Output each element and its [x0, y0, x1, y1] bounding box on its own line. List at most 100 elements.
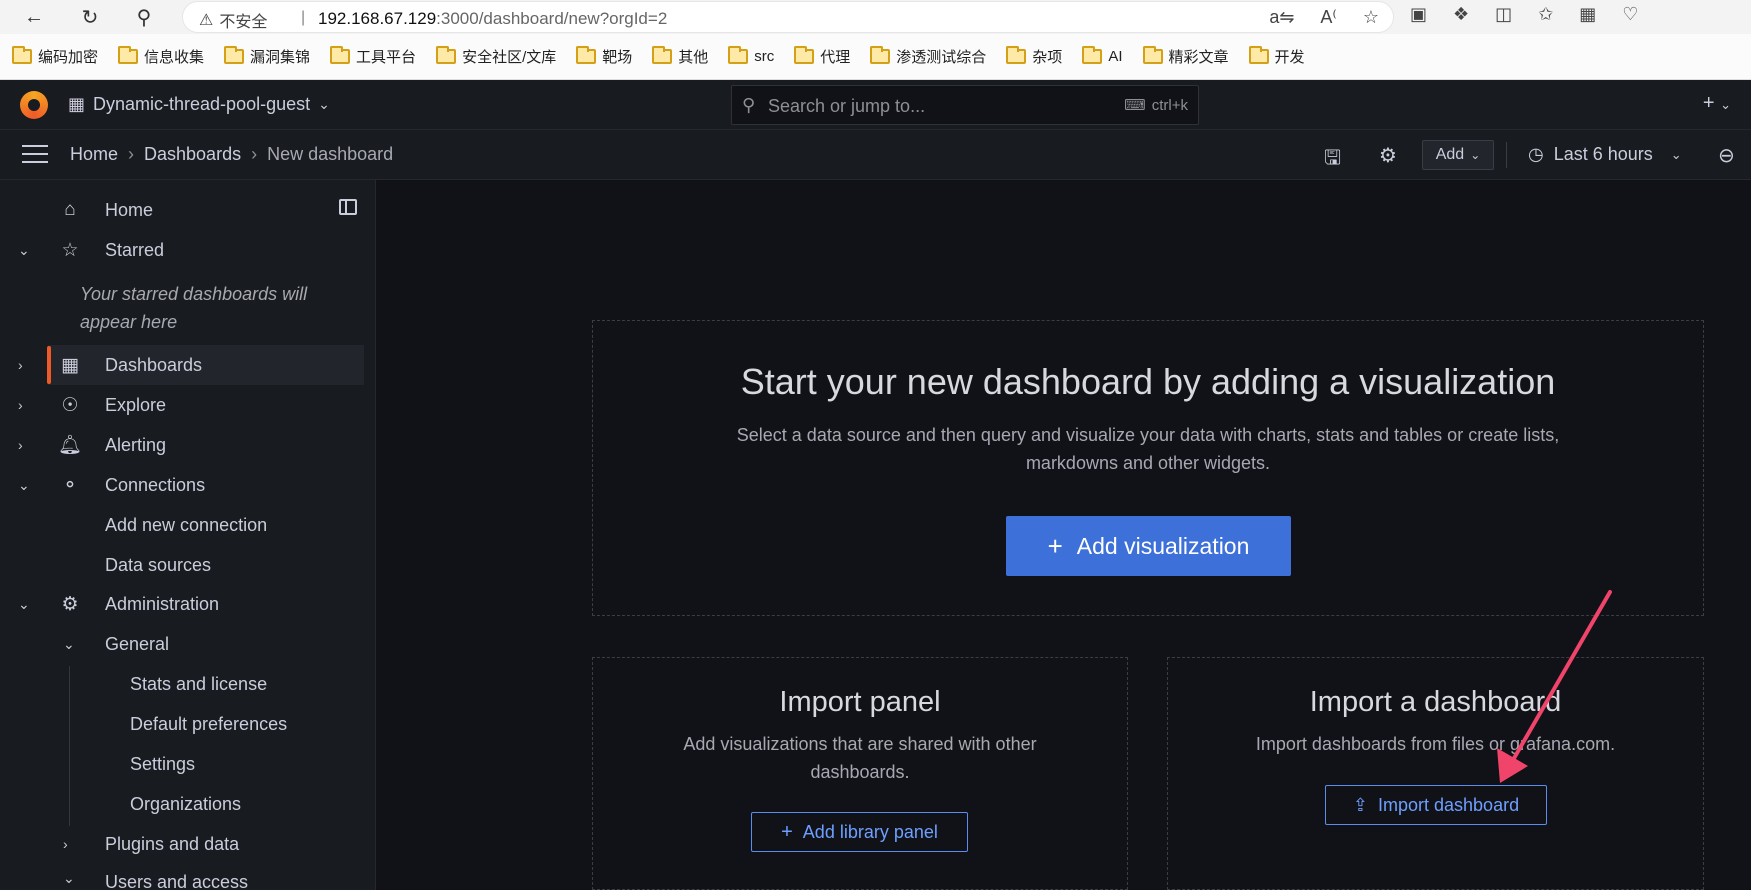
- translate-icon[interactable]: a⇋: [1269, 7, 1294, 28]
- security-warning[interactable]: ⚠ 不安全: [199, 8, 267, 32]
- browser-essentials-icon[interactable]: ♡: [1622, 4, 1638, 25]
- breadcrumb-dashboards[interactable]: Dashboards: [144, 144, 241, 165]
- sidebar-item-add-new-connection[interactable]: Add new connection: [0, 505, 365, 545]
- reload-icon[interactable]: ↻: [76, 4, 104, 30]
- bookmark-item[interactable]: 编码加密: [12, 46, 98, 67]
- plus-icon: +: [1047, 530, 1063, 561]
- folder-icon: [870, 46, 891, 64]
- gear-icon: ⚙: [61, 593, 79, 615]
- grafana-logo-icon[interactable]: [20, 91, 48, 119]
- sidebar-item-connections[interactable]: ⌄ ⚬ Connections: [0, 465, 365, 505]
- dashboard-toolbar: Home › Dashboards › New dashboard 🖫 ⚙ Ad…: [0, 130, 1751, 180]
- active-indicator: [47, 346, 51, 384]
- bookmark-item[interactable]: 漏洞集锦: [224, 46, 310, 67]
- import-dashboard-button[interactable]: ⇪ Import dashboard: [1325, 785, 1547, 825]
- bookmark-item[interactable]: 工具平台: [330, 46, 416, 67]
- sidebar-item-starred[interactable]: ⌄ ☆ Starred: [0, 230, 365, 270]
- menu-toggle-icon[interactable]: [22, 145, 48, 163]
- folder-icon: [1082, 46, 1103, 64]
- folder-icon: [794, 46, 815, 64]
- folder-icon: [576, 46, 597, 64]
- bookmark-item[interactable]: AI: [1082, 46, 1123, 65]
- plus-icon: +: [781, 820, 793, 843]
- warning-icon: ⚠: [199, 12, 214, 29]
- import-dashboard-description: Import dashboards from files or grafana.…: [1255, 734, 1616, 754]
- chevron-right-icon[interactable]: ›: [18, 397, 23, 413]
- building-icon: ▦: [68, 94, 86, 114]
- sidebar-item-plugins-data[interactable]: › Plugins and data: [0, 824, 365, 864]
- chevron-down-icon[interactable]: ⌄: [18, 477, 30, 494]
- folder-icon: [1248, 46, 1269, 64]
- chevron-down-icon: ⌄: [318, 96, 330, 112]
- bookmark-item[interactable]: 渗透测试综合: [870, 46, 986, 67]
- chevron-right-icon[interactable]: ›: [18, 357, 23, 373]
- chevron-right-icon[interactable]: ›: [18, 437, 23, 453]
- bookmark-item[interactable]: 安全社区/文库: [436, 46, 556, 67]
- sidebar-item-explore[interactable]: › ☉ Explore: [0, 385, 365, 425]
- chevron-right-icon[interactable]: ›: [63, 836, 68, 852]
- sidebar-item-users-access[interactable]: ⌄ Users and access: [0, 864, 365, 890]
- chevron-down-icon[interactable]: ⌄: [18, 596, 30, 613]
- settings-gear-icon[interactable]: ⚙: [1379, 143, 1397, 168]
- sidebar-item-default-preferences[interactable]: Default preferences: [0, 704, 365, 744]
- add-visualization-button[interactable]: + Add visualization: [1006, 516, 1291, 576]
- folder-icon: [224, 46, 245, 64]
- bookmark-item[interactable]: 其他: [652, 46, 708, 67]
- hero-description-2: markdowns and other widgets.: [1025, 453, 1271, 473]
- sidebar-item-organizations[interactable]: Organizations: [0, 784, 365, 824]
- import-panel-description-1: Add visualizations that are shared with …: [683, 734, 1037, 754]
- save-icon[interactable]: 🖫: [1324, 143, 1341, 177]
- extensions-icon[interactable]: ❖: [1453, 4, 1469, 25]
- address-bar[interactable]: ⚠ 不安全 | 192.168.67.129:3000/dashboard/ne…: [182, 1, 1394, 33]
- dashboards-grid-icon: ▦: [61, 354, 79, 376]
- grafana-topbar: ▦ Dynamic-thread-pool-guest ⌄ ⚲ Search o…: [0, 80, 1751, 130]
- sidebar-item-alerting[interactable]: › 🔔︎ Alerting: [0, 425, 365, 465]
- bookmark-item[interactable]: 信息收集: [118, 46, 204, 67]
- bell-icon: 🔔︎: [58, 435, 83, 456]
- home-icon: ⌂: [64, 199, 76, 220]
- favorite-star-icon[interactable]: ☆: [1363, 7, 1379, 28]
- search-input[interactable]: ⚲ Search or jump to... ⌨ ctrl+k: [731, 85, 1199, 125]
- org-switcher[interactable]: ▦ Dynamic-thread-pool-guest ⌄: [68, 94, 330, 115]
- sidebar-item-dashboards[interactable]: ▦ Dashboards: [48, 345, 364, 385]
- url-text[interactable]: 192.168.67.129:3000/dashboard/new?orgId=…: [318, 9, 667, 29]
- new-menu-button[interactable]: + ⌄: [1703, 92, 1731, 115]
- breadcrumb-home[interactable]: Home: [70, 144, 118, 165]
- hero-description-1: Select a data source and then query and …: [736, 425, 1560, 445]
- sidebar-item-administration[interactable]: ⌄ ⚙ Administration: [0, 584, 365, 624]
- search-icon[interactable]: ⚲: [130, 4, 158, 30]
- search-icon: ⚲: [742, 95, 756, 115]
- chevron-down-icon[interactable]: ⌄: [18, 242, 30, 259]
- folder-icon: [118, 46, 139, 64]
- bookmarks-bar: 编码加密 信息收集 漏洞集锦 工具平台 安全社区/文库 靶场 其他 src 代理 渗透测试综合 杂项…: [0, 34, 1751, 80]
- back-icon[interactable]: ←: [20, 4, 48, 30]
- chevron-right-icon: ›: [251, 144, 258, 164]
- add-library-panel-button[interactable]: + Add library panel: [751, 812, 968, 852]
- tab-actions-icon[interactable]: ▣: [1410, 4, 1427, 25]
- bookmark-item[interactable]: 精彩文章: [1142, 46, 1229, 67]
- read-aloud-icon[interactable]: A⁽: [1320, 7, 1336, 28]
- connections-icon: ⚬: [62, 474, 78, 496]
- sidebar-item-home[interactable]: ⌂ Home: [0, 190, 365, 230]
- import-dashboard-card: Import a dashboard Import dashboards fro…: [1167, 657, 1704, 890]
- sidebar-item-general[interactable]: ⌄ General: [0, 624, 365, 664]
- sidebar-item-data-sources[interactable]: Data sources: [0, 545, 365, 585]
- keyboard-icon: ⌨: [1124, 97, 1146, 114]
- split-screen-icon[interactable]: ◫: [1495, 4, 1512, 25]
- bookmark-item[interactable]: 杂项: [1006, 46, 1062, 67]
- chevron-down-icon[interactable]: ⌄: [63, 870, 75, 887]
- bookmark-item[interactable]: src: [728, 46, 774, 65]
- folder-icon: [1006, 46, 1027, 64]
- collections-icon[interactable]: ▦: [1579, 4, 1596, 25]
- sidebar-item-stats-license[interactable]: Stats and license: [0, 664, 365, 704]
- import-panel-title: Import panel: [779, 686, 941, 718]
- bookmark-item[interactable]: 代理: [794, 46, 850, 67]
- add-dropdown-button[interactable]: Add ⌄: [1422, 140, 1494, 170]
- time-range-picker[interactable]: ◷ Last 6 hours ⌄: [1528, 144, 1682, 165]
- bookmark-item[interactable]: 靶场: [576, 46, 632, 67]
- zoom-out-icon[interactable]: ⊖: [1718, 143, 1735, 168]
- chevron-down-icon[interactable]: ⌄: [63, 636, 75, 653]
- favorites-icon[interactable]: ✩: [1538, 4, 1553, 25]
- bookmark-item[interactable]: 开发: [1248, 46, 1305, 67]
- sidebar-item-settings[interactable]: Settings: [0, 744, 365, 784]
